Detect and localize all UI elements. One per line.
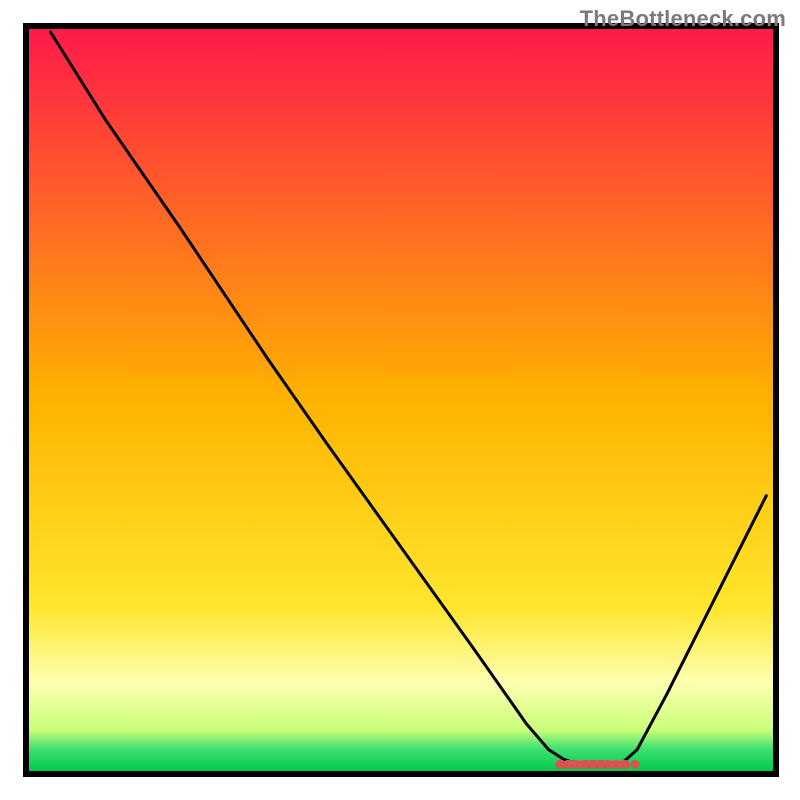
optimal-point-dot [630, 760, 639, 769]
chart-canvas [0, 0, 800, 800]
plot-background [29, 29, 773, 771]
watermark-label: TheBottleneck.com [580, 6, 786, 32]
bottleneck-chart [0, 0, 800, 800]
